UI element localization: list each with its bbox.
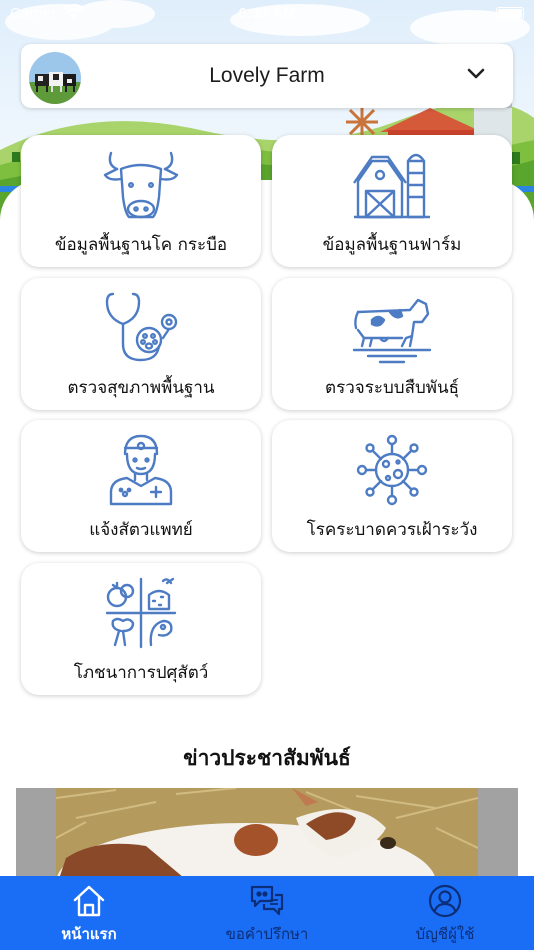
- status-time: 6:33 AM: [238, 5, 296, 22]
- tab-account[interactable]: บัญชีผู้ใช้: [356, 876, 534, 950]
- tab-home-label: หน้าแรก: [61, 925, 117, 943]
- news-section-title: ข่าวประชาสัมพันธ์: [183, 746, 351, 770]
- menu-card-notify-vet[interactable]: แจ้งสัตวแพทย์: [21, 420, 261, 552]
- virus-icon: [356, 434, 428, 506]
- menu-card-label: ตรวจระบบสืบพันธุ์: [325, 378, 459, 398]
- menu-card-reproduction-check[interactable]: ตรวจระบบสืบพันธุ์: [272, 278, 512, 410]
- tab-consult-label: ขอคำปรึกษา: [225, 925, 309, 943]
- battery-icon: [496, 7, 524, 20]
- menu-card-label: โรคระบาดควรเฝ้าระวัง: [306, 520, 478, 540]
- veterinarian-icon: [109, 434, 173, 506]
- cow-head-icon: [103, 151, 179, 219]
- status-bar: Carrier 6:33 AM: [0, 0, 534, 28]
- menu-card-livestock-nutrition[interactable]: โภชนาการปศุสัตว์: [21, 563, 261, 695]
- menu-card-cattle-info[interactable]: ข้อมูลพื้นฐานโค กระบือ: [21, 135, 261, 267]
- news-carousel[interactable]: [16, 788, 518, 888]
- farm-selector-dropdown[interactable]: Lovely Farm: [21, 44, 513, 108]
- menu-card-epidemic-watch[interactable]: โรคระบาดควรเฝ้าระวัง: [272, 420, 512, 552]
- menu-card-label: ตรวจสุขภาพพื้นฐาน: [67, 378, 215, 398]
- menu-card-label: ข้อมูลพื้นฐานโค กระบือ: [54, 235, 228, 255]
- tab-account-label: บัญชีผู้ใช้: [415, 925, 475, 943]
- farm-name: Lovely Farm: [209, 64, 325, 87]
- chat-consult-icon: [250, 885, 284, 916]
- barn-silo-icon: [353, 153, 430, 219]
- dairy-cow-icon: [352, 298, 432, 364]
- bottom-tab-bar: หน้าแรก ขอคำปรึกษา บัญชีผู้ใช้: [0, 876, 534, 950]
- news-image: [56, 788, 478, 888]
- chevron-down-icon: [467, 66, 485, 85]
- menu-card-label: แจ้งสัตวแพทย์: [89, 520, 193, 540]
- menu-card-label: โภชนาการปศุสัตว์: [73, 663, 209, 683]
- animal-nutrition-icon: [105, 577, 177, 649]
- tab-home[interactable]: หน้าแรก: [0, 876, 178, 950]
- menu-card-health-check[interactable]: ตรวจสุขภาพพื้นฐาน: [21, 278, 261, 410]
- tab-consult[interactable]: ขอคำปรึกษา: [178, 876, 356, 950]
- home-icon: [73, 885, 105, 917]
- user-account-icon: [428, 884, 462, 918]
- menu-card-farm-info[interactable]: ข้อมูลพื้นฐานฟาร์ม: [272, 135, 512, 267]
- stethoscope-paw-icon: [105, 292, 178, 362]
- menu-card-label: ข้อมูลพื้นฐานฟาร์ม: [322, 235, 462, 255]
